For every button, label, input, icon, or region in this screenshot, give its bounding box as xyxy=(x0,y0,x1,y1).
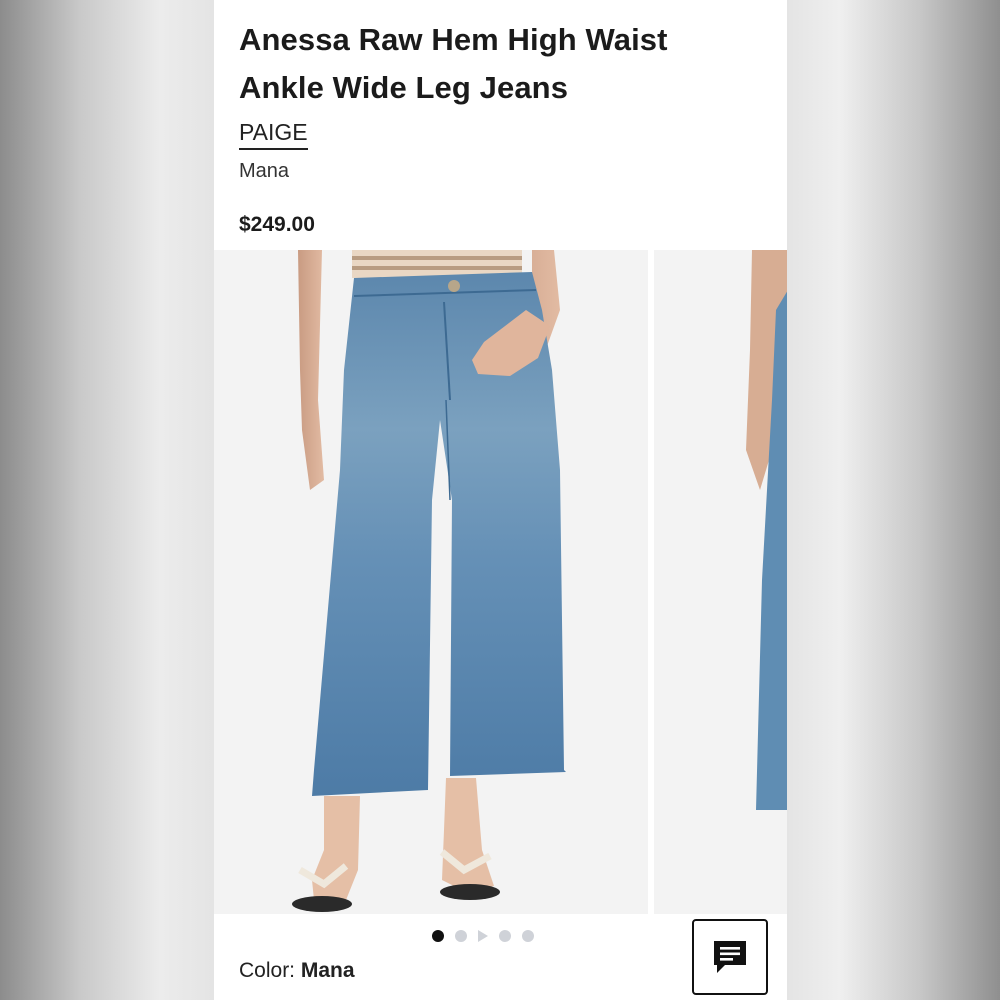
product-page: Anessa Raw Hem High Waist Ankle Wide Leg… xyxy=(214,0,787,1000)
jeans-front-photo[interactable] xyxy=(214,250,648,914)
carousel-dot-2[interactable] xyxy=(455,930,467,942)
carousel-dot-5[interactable] xyxy=(522,930,534,942)
jeans-side-illustration xyxy=(746,250,787,810)
variant-name: Mana xyxy=(239,160,290,182)
chat-button[interactable] xyxy=(692,919,768,995)
carousel-video-icon[interactable] xyxy=(478,930,488,942)
color-selector-label: Color: Mana xyxy=(239,956,355,986)
carousel-dot-1[interactable] xyxy=(432,930,444,942)
chat-icon xyxy=(714,941,746,973)
carousel-pagination[interactable] xyxy=(432,929,534,943)
carousel-dot-4[interactable] xyxy=(499,930,511,942)
product-price: $249.00 xyxy=(239,213,315,236)
brand-link[interactable]: PAIGE xyxy=(239,117,308,150)
color-label: Color: xyxy=(239,959,296,982)
color-value: Mana xyxy=(300,959,355,982)
jeans-front-illustration xyxy=(292,250,566,912)
product-title: Anessa Raw Hem High Waist Ankle Wide Leg… xyxy=(239,22,668,105)
jeans-side-photo[interactable] xyxy=(654,250,787,914)
image-carousel[interactable] xyxy=(214,250,787,914)
